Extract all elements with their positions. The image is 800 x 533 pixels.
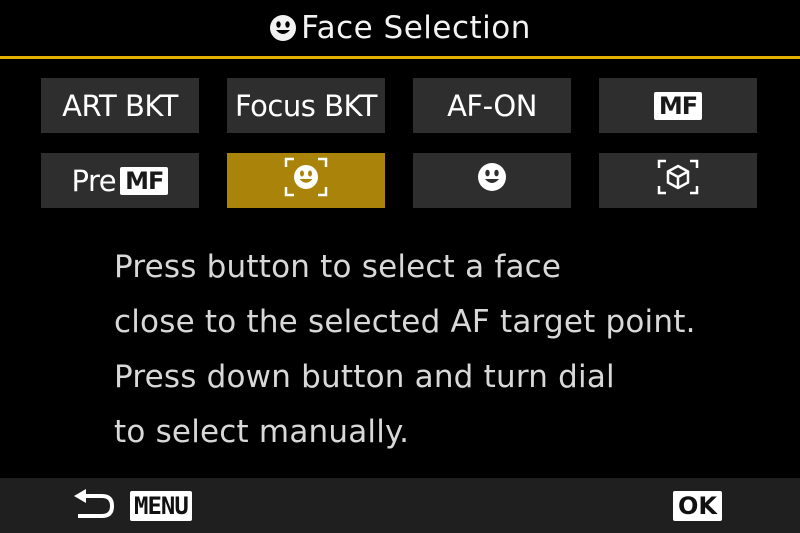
help-line: Press button to select a face (114, 249, 562, 285)
mode-subject-detect-button[interactable] (599, 153, 757, 208)
face-select-frame-icon (283, 156, 329, 205)
ok-button[interactable]: OK (673, 491, 722, 521)
help-line: close to the selected AF target point. (114, 304, 696, 340)
mode-face-detect-button[interactable] (413, 153, 571, 208)
subject-detect-icon (656, 158, 700, 203)
mode-af-on-button[interactable]: AF-ON (413, 78, 571, 133)
mode-label: ART BKT (62, 88, 178, 123)
mode-mf-button[interactable]: MF (599, 78, 757, 133)
mode-label: Focus BKT (235, 88, 377, 123)
help-text: Press button to select a face close to t… (114, 240, 774, 460)
help-line: Press down button and turn dial (114, 359, 615, 395)
face-icon (269, 14, 297, 42)
menu-button[interactable]: MENU (130, 491, 192, 521)
mode-face-select-button[interactable] (227, 153, 385, 208)
mf-badge: MF (653, 91, 703, 120)
help-line: to select manually. (114, 414, 410, 450)
page-title: Face Selection (301, 10, 531, 46)
pre-label: Pre (71, 163, 117, 198)
screen-title-bar: Face Selection (0, 0, 800, 56)
mode-focus-bkt-button[interactable]: Focus BKT (227, 78, 385, 133)
mode-art-bkt-button[interactable]: ART BKT (41, 78, 199, 133)
back-arrow-icon[interactable] (70, 488, 118, 528)
mode-label: AF-ON (447, 88, 537, 123)
face-icon (477, 162, 507, 199)
mf-badge: MF (120, 166, 169, 195)
mode-pre-mf-button[interactable]: Pre MF (41, 153, 199, 208)
title-divider (0, 56, 800, 59)
